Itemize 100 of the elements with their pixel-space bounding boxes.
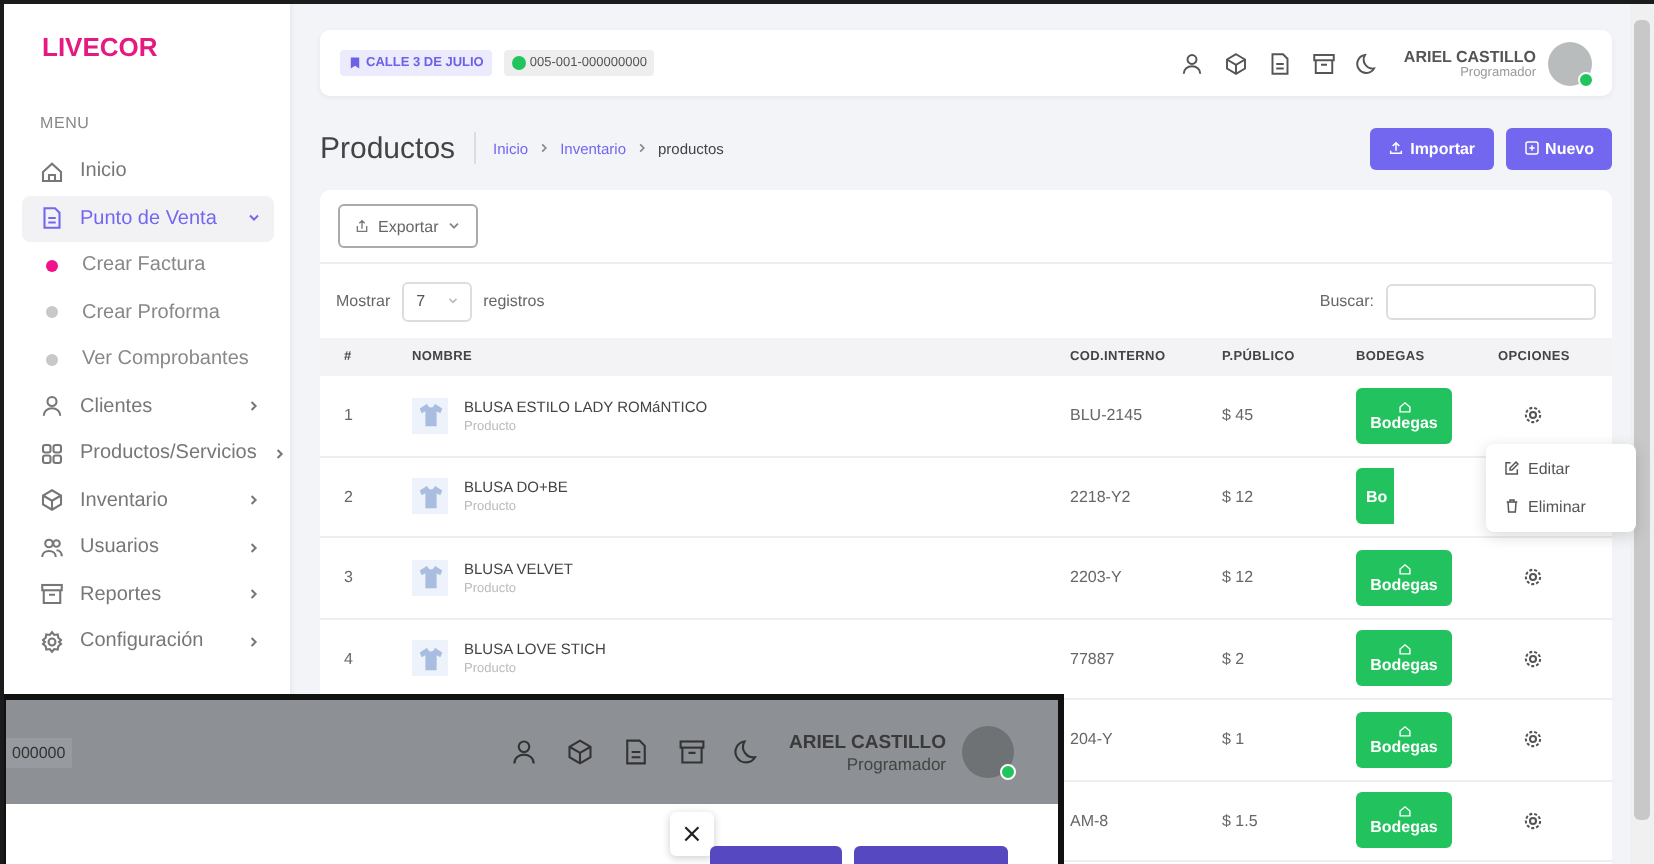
users-icon [40,535,64,560]
table-cell-text: 3 [344,568,355,587]
table-cell-text: BLU-2145 [1070,406,1145,425]
sidebar-item-label: Reportes [80,583,164,606]
home-icon [1397,804,1411,819]
settings-icon [40,629,64,654]
records-label: registros [483,292,545,310]
sidebar-item-label: Inicio [80,160,129,183]
grid-icon [40,441,64,466]
user-icon[interactable] [1179,51,1204,75]
close-button[interactable]: × [670,812,714,856]
sidebar-item[interactable]: Inventario [22,477,274,524]
archive-icon [40,582,64,607]
trash-icon [1504,498,1520,514]
table-cell-text: $ 1 [1222,730,1247,749]
page-size-select[interactable]: 7 [402,281,472,321]
warehouses-button[interactable]: Bodegas [1356,630,1452,687]
user-name: ARIEL CASTILLO [1403,47,1536,65]
sidebar-item-label: Usuarios [80,536,161,559]
sidebar-item[interactable]: Reportes [22,571,274,618]
table-cell-text: 1 [344,406,355,425]
share-icon [354,218,370,234]
menu-item[interactable]: Eliminar [1486,487,1636,525]
status-dot-icon [511,56,526,70]
table-cell-text: 2203-Y [1070,568,1124,587]
submenu-label: Ver Comprobantes [82,348,249,371]
menu-item[interactable]: Editar [1486,449,1636,487]
table-cell-text: $ 2 [1222,649,1247,668]
search-field[interactable] [1386,283,1596,319]
document-icon[interactable] [1267,51,1292,75]
new-button[interactable]: Nuevo [1505,127,1612,169]
user-icon [40,394,64,419]
user-icon [509,738,538,766]
table-cell-text: $ 12 [1222,487,1256,506]
submenu-item[interactable]: Crear Factura [22,242,274,289]
warehouses-button[interactable]: Bodegas [1356,792,1452,849]
show-label: Mostrar [336,292,391,310]
chevron-right-icon [636,142,648,154]
sidebar-item-label: Punto de Venta [80,207,219,230]
edit-icon [1504,460,1520,476]
archive-icon[interactable] [1311,51,1336,75]
submenu-label: Crear Proforma [82,301,220,324]
upload-icon [1388,140,1405,156]
table-cell-text: 77887 [1070,649,1117,668]
submenu-item[interactable]: Crear Proforma [22,289,274,336]
document-icon [621,738,650,766]
warehouses-button[interactable]: Bo [1356,468,1394,525]
search-label: Buscar: [1319,292,1374,310]
caret-icon [446,218,463,234]
box-icon [40,488,64,513]
home-icon [1397,561,1411,576]
warehouses-button[interactable]: Bodegas [1356,711,1452,768]
table-cell-text: 2 [344,487,355,506]
home-icon [1397,399,1411,414]
settings-icon[interactable] [1522,647,1544,670]
table-cell-text: $ 1.5 [1222,811,1260,830]
archive-icon [677,738,706,766]
settings-icon[interactable] [1522,566,1544,589]
moon-icon [733,738,762,766]
document-icon [40,206,64,231]
sidebar-item[interactable]: Clientes [22,383,274,430]
submenu-label: Crear Factura [82,254,206,277]
warehouses-button[interactable]: Bodegas [1356,387,1452,444]
brand-logo: LIVECOR [42,32,160,62]
scrollbar[interactable] [1630,4,1654,864]
home-icon [1397,723,1411,738]
user-name: ARIEL CASTILLO [789,731,946,753]
sidebar-item[interactable]: Punto de Venta [22,195,274,242]
box-icon[interactable] [1223,51,1248,75]
sidebar-item[interactable]: Inicio [22,148,274,195]
menu-heading: MENU [40,114,92,132]
sidebar-item[interactable]: Usuarios [22,524,274,571]
box-icon [565,738,594,766]
caret-icon [445,294,460,308]
page-title: Productos [320,131,456,165]
home-icon [40,159,64,184]
sidebar-item[interactable]: Productos/Servicios [22,430,274,477]
sidebar-item-label: Inventario [80,489,170,512]
table-cell-text: 204-Y [1070,730,1115,749]
sidebar-item[interactable]: Configuración [22,618,274,665]
table-cell-text: 4 [344,649,355,668]
sidebar-item-label: Configuración [80,630,206,653]
sidebar-item-label: Productos/Servicios [80,442,257,465]
moon-icon[interactable] [1355,51,1380,75]
export-button[interactable]: Exportar [338,204,479,248]
submenu-item[interactable]: Ver Comprobantes [22,336,274,383]
table-cell-text: 2218-Y2 [1070,487,1133,506]
plus-square-icon [1523,140,1540,156]
home-icon [1397,642,1411,657]
settings-icon[interactable] [1522,404,1544,427]
import-button[interactable]: Importar [1370,127,1494,169]
warehouses-button[interactable]: Bodegas [1356,549,1452,606]
bookmark-icon [348,56,362,70]
table-cell-text: $ 45 [1222,406,1256,425]
table-cell-text: AM-8 [1070,811,1111,830]
settings-icon[interactable] [1522,728,1544,751]
sidebar-item-label: Clientes [80,395,155,418]
user-role: Programador [846,753,946,773]
settings-icon[interactable] [1522,809,1544,832]
table-cell-text: $ 12 [1222,568,1256,587]
